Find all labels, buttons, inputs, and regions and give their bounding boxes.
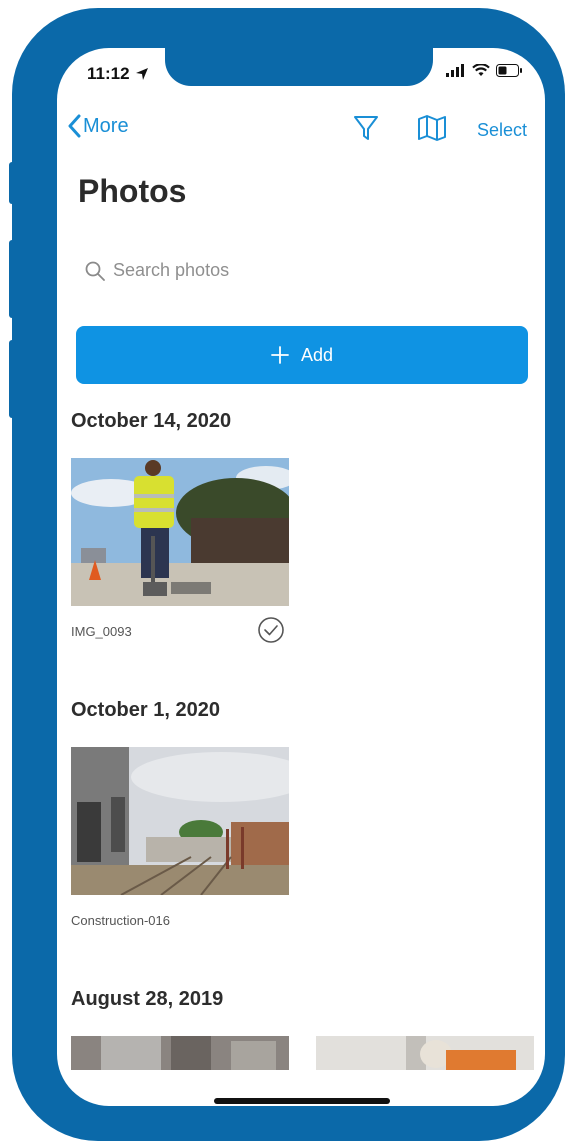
photo-thumbnail[interactable] [316, 1036, 534, 1070]
phone-screen: 11:12 More Select Photos Search photos A… [57, 48, 545, 1106]
photo-caption: IMG_0093 [71, 624, 132, 639]
section-date-header: October 1, 2020 [71, 699, 220, 721]
photo-caption: Construction-016 [71, 913, 170, 928]
page-title: Photos [78, 173, 187, 209]
checkmark-circle-icon[interactable] [257, 616, 285, 644]
photo-image [71, 1036, 289, 1070]
photo-thumbnail[interactable] [71, 458, 289, 606]
home-indicator [214, 1098, 390, 1104]
section-date-header: August 28, 2019 [71, 988, 224, 1010]
volume-down-button [9, 340, 15, 418]
photo-image [71, 458, 289, 606]
location-arrow-icon [135, 68, 148, 80]
search-bar[interactable] [85, 260, 413, 281]
battery-icon [496, 64, 522, 77]
notch [165, 48, 433, 86]
photo-thumbnail[interactable] [71, 1036, 289, 1070]
plus-icon [271, 346, 289, 364]
volume-up-button [9, 240, 15, 318]
navigation-bar: More Select [57, 114, 545, 150]
status-time: 11:12 [87, 64, 149, 84]
back-button[interactable]: More [67, 114, 129, 138]
add-button-label: Add [300, 344, 334, 365]
map-icon[interactable] [417, 114, 447, 142]
status-indicators [446, 64, 523, 77]
photo-thumbnail[interactable] [71, 747, 289, 895]
section-date-header: October 14, 2020 [71, 410, 232, 432]
wifi-icon [472, 64, 490, 76]
search-input[interactable] [113, 260, 413, 281]
photo-image [71, 747, 289, 895]
back-button-label: More [83, 114, 129, 137]
cellular-signal-icon [446, 64, 464, 77]
photo-image [316, 1036, 534, 1070]
chevron-left-icon [68, 114, 81, 138]
filter-icon[interactable] [353, 114, 379, 142]
silent-switch [9, 162, 15, 204]
select-button[interactable]: Select [477, 120, 527, 141]
add-photo-button[interactable]: Add [76, 326, 528, 384]
search-icon [85, 261, 105, 281]
